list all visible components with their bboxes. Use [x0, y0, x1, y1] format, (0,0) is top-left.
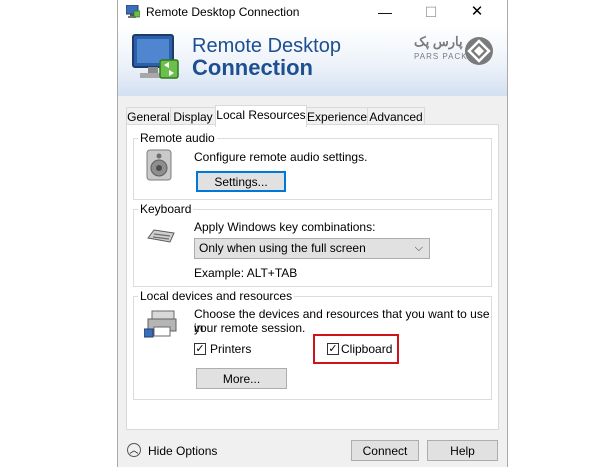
- window-title: Remote Desktop Connection: [146, 5, 300, 19]
- banner-title-line2: Connection: [192, 55, 313, 80]
- windows-key-combination-value: Only when using the full screen: [199, 241, 366, 255]
- local-devices-group: Local devices and resources Choose the d…: [133, 289, 492, 400]
- speaker-icon: [146, 149, 172, 181]
- hide-options-link[interactable]: Hide Options: [148, 444, 217, 458]
- local-devices-description-line2: your remote session.: [194, 321, 306, 335]
- close-button[interactable]: ✕: [454, 0, 500, 24]
- connect-button[interactable]: Connect: [351, 440, 419, 461]
- help-button[interactable]: Help: [427, 440, 498, 461]
- settings-button[interactable]: Settings...: [196, 171, 286, 192]
- keyboard-description: Apply Windows key combinations:: [194, 220, 376, 234]
- maximize-button[interactable]: ☐: [408, 0, 454, 24]
- rdc-window: Remote Desktop Connection — ☐ ✕ Remote D…: [117, 0, 508, 467]
- clipboard-checkbox[interactable]: ✓: [327, 343, 339, 355]
- devices-icon: [144, 310, 177, 338]
- monitor-icon: [132, 34, 179, 79]
- windows-key-combination-select[interactable]: Only when using the full screen ⌵: [194, 238, 430, 259]
- tab-local-resources[interactable]: Local Resources: [215, 105, 307, 127]
- parspack-logo-text-fa: پارس پک: [414, 34, 463, 49]
- printers-checkbox[interactable]: ✓: [194, 343, 206, 355]
- keyboard-icon: [147, 229, 175, 243]
- parspack-logo-text-en: PARS PACK: [414, 52, 468, 61]
- chevron-up-icon[interactable]: ︿: [127, 443, 141, 457]
- more-button[interactable]: More...: [196, 368, 287, 389]
- remote-audio-description: Configure remote audio settings.: [194, 150, 368, 164]
- keyboard-example: Example: ALT+TAB: [194, 266, 298, 280]
- remote-audio-group: Remote audio Configure remote audio sett…: [133, 131, 492, 200]
- local-devices-title: Local devices and resources: [138, 289, 295, 303]
- keyboard-group: Keyboard Apply Windows key combinations:…: [133, 202, 492, 287]
- keyboard-title: Keyboard: [138, 202, 194, 216]
- chevron-down-icon: ⌵: [414, 242, 423, 254]
- parspack-logo-icon: [465, 37, 493, 65]
- remote-audio-title: Remote audio: [138, 131, 217, 145]
- clipboard-label: Clipboard: [341, 342, 393, 356]
- minimize-button[interactable]: —: [362, 0, 408, 24]
- title-bar: Remote Desktop Connection — ☐ ✕: [118, 0, 507, 24]
- local-resources-panel: Remote audio Configure remote audio sett…: [126, 124, 499, 430]
- banner: Remote Desktop Connection پارس پک PARS P…: [118, 24, 507, 96]
- remote-desktop-app-icon: [126, 5, 140, 18]
- printers-label: Printers: [210, 342, 252, 356]
